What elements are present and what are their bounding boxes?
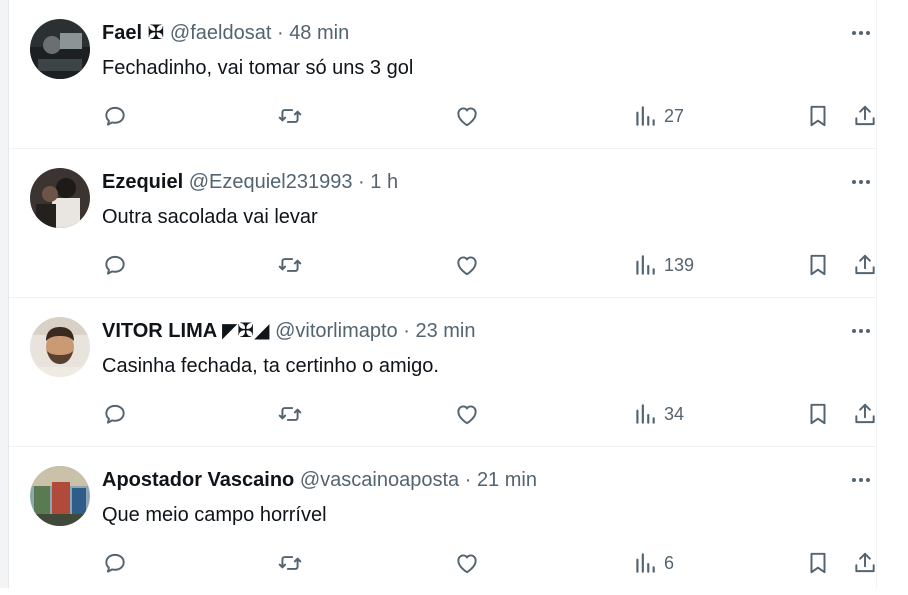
tweet-text: Outra sacolada vai levar (102, 206, 318, 228)
tweet-actions: 6 (102, 546, 882, 580)
retweet-button[interactable] (277, 248, 303, 282)
views-chart-icon (636, 404, 655, 424)
more-dots-icon[interactable] (846, 20, 876, 46)
author-name[interactable]: VITOR LIMA ◤✠◢ (102, 320, 270, 342)
avatar[interactable] (30, 317, 90, 377)
timestamp[interactable]: 21 min (477, 469, 537, 491)
share-button[interactable] (852, 546, 878, 580)
reply-icon (105, 404, 125, 424)
reply-button[interactable] (102, 99, 128, 133)
views-chart-icon (636, 106, 655, 126)
tweet-actions: 27 (102, 99, 882, 133)
views-chart-icon (636, 553, 655, 573)
heart-icon (457, 554, 477, 574)
like-button[interactable] (454, 546, 480, 580)
tweet-header: Apostador Vascaino @vascainoaposta · 21 … (102, 467, 537, 493)
like-button[interactable] (454, 99, 480, 133)
bookmark-button[interactable] (805, 99, 831, 133)
reply-button[interactable] (102, 546, 128, 580)
like-button[interactable] (454, 248, 480, 282)
tweet-text: Que meio campo horrível (102, 504, 327, 526)
avatar[interactable] (30, 168, 90, 228)
author-handle[interactable]: @vascainoaposta (300, 469, 459, 491)
tweet-header: Ezequiel @Ezequiel231993 · 1 h (102, 169, 398, 195)
views-chart-icon (636, 255, 655, 275)
reply-icon (105, 553, 125, 573)
bookmark-icon (810, 552, 826, 574)
share-button[interactable] (852, 397, 878, 431)
tweet-text: Fechadinho, vai tomar só uns 3 gol (102, 57, 414, 79)
views-count: 34 (664, 403, 685, 424)
left-frame-edge (0, 0, 9, 588)
timestamp[interactable]: 23 min (415, 320, 475, 342)
more-dots-icon[interactable] (846, 467, 876, 493)
author-name[interactable]: Ezequiel (102, 171, 183, 193)
right-frame-edge (876, 0, 908, 588)
more-dots-icon[interactable] (846, 318, 876, 344)
retweet-icon (278, 109, 302, 123)
avatar[interactable] (30, 19, 90, 79)
share-icon (855, 552, 875, 573)
views-count: 27 (664, 105, 685, 126)
retweet-icon (278, 407, 302, 421)
views-button[interactable]: 139 (632, 248, 694, 282)
reply-feed: Fael ✠ @faeldosat · 48 min Fechadinho, v… (9, 0, 876, 595)
views-button[interactable]: 6 (632, 546, 674, 580)
author-handle[interactable]: @vitorlimapto (275, 320, 398, 342)
tweet[interactable]: Fael ✠ @faeldosat · 48 min Fechadinho, v… (9, 0, 876, 149)
bookmark-button[interactable] (805, 546, 831, 580)
tweet[interactable]: Ezequiel @Ezequiel231993 · 1 h Outra sac… (9, 149, 876, 298)
more-dots-icon[interactable] (846, 169, 876, 195)
author-name[interactable]: Apostador Vascaino (102, 469, 294, 491)
reply-icon (105, 255, 125, 275)
share-icon (855, 403, 875, 424)
avatar[interactable] (30, 466, 90, 526)
tweet-text: Casinha fechada, ta certinho o amigo. (102, 355, 439, 377)
heart-icon (457, 256, 477, 276)
bookmark-button[interactable] (805, 248, 831, 282)
like-button[interactable] (454, 397, 480, 431)
views-button[interactable]: 34 (632, 397, 684, 431)
tweet[interactable]: Apostador Vascaino @vascainoaposta · 21 … (9, 447, 876, 595)
retweet-icon (278, 556, 302, 570)
separator-dot: · (403, 320, 410, 342)
reply-icon (105, 106, 125, 126)
separator-dot: · (358, 171, 365, 193)
tweet-header: VITOR LIMA ◤✠◢ @vitorlimapto · 23 min (102, 318, 475, 344)
reply-button[interactable] (102, 397, 128, 431)
share-button[interactable] (852, 248, 878, 282)
retweet-button[interactable] (277, 397, 303, 431)
tweet-actions: 34 (102, 397, 882, 431)
bookmark-icon (810, 105, 826, 127)
timestamp[interactable]: 1 h (370, 171, 398, 193)
heart-icon (457, 107, 477, 127)
share-icon (855, 105, 875, 126)
timestamp[interactable]: 48 min (289, 22, 349, 44)
views-button[interactable]: 27 (632, 99, 684, 133)
retweet-button[interactable] (277, 546, 303, 580)
bookmark-button[interactable] (805, 397, 831, 431)
views-count: 6 (664, 552, 675, 573)
author-handle[interactable]: @faeldosat (170, 22, 271, 44)
share-icon (855, 254, 875, 275)
share-button[interactable] (852, 99, 878, 133)
reply-button[interactable] (102, 248, 128, 282)
author-name[interactable]: Fael ✠ (102, 22, 164, 44)
tweet-actions: 139 (102, 248, 882, 282)
views-count: 139 (664, 254, 695, 275)
separator-dot: · (464, 469, 472, 491)
separator-dot: · (276, 22, 284, 44)
retweet-icon (278, 258, 302, 272)
author-handle[interactable]: @Ezequiel231993 (189, 171, 353, 193)
heart-icon (457, 405, 477, 425)
tweet-header: Fael ✠ @faeldosat · 48 min (102, 20, 349, 46)
retweet-button[interactable] (277, 99, 303, 133)
bookmark-icon (810, 403, 826, 425)
tweet[interactable]: VITOR LIMA ◤✠◢ @vitorlimapto · 23 min Ca… (9, 298, 876, 447)
bookmark-icon (810, 254, 826, 276)
